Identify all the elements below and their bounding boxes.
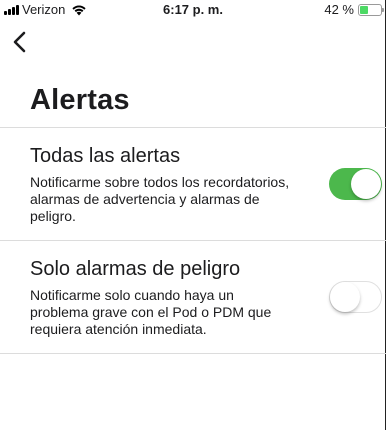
setting-all-alerts: Todas las alertas Notificarme sobre todo… — [0, 128, 386, 240]
status-right: 42 % — [324, 2, 384, 17]
status-bar: Verizon 6:17 p. m. 42 % — [0, 0, 386, 20]
toggle-knob — [351, 169, 381, 199]
alerts-screen: Verizon 6:17 p. m. 42 % Alertas Todas la… — [0, 0, 386, 430]
battery-icon — [358, 3, 384, 16]
toggle-knob — [330, 282, 360, 312]
battery-percent: 42 % — [324, 2, 354, 17]
divider — [0, 353, 386, 354]
setting-description: Notificarme solo cuando haya un problema… — [30, 287, 272, 337]
page-title: Alertas — [30, 84, 130, 116]
danger-only-toggle[interactable] — [329, 281, 382, 313]
back-button[interactable] — [8, 27, 32, 57]
chevron-left-icon — [13, 31, 26, 53]
setting-title: Todas las alertas — [30, 145, 181, 167]
setting-title: Solo alarmas de peligro — [30, 258, 241, 280]
setting-danger-only: Solo alarmas de peligro Notificarme solo… — [0, 241, 386, 353]
all-alerts-toggle[interactable] — [329, 168, 382, 200]
setting-description: Notificarme sobre todos los recordatorio… — [30, 174, 290, 224]
battery-fill — [360, 5, 369, 14]
